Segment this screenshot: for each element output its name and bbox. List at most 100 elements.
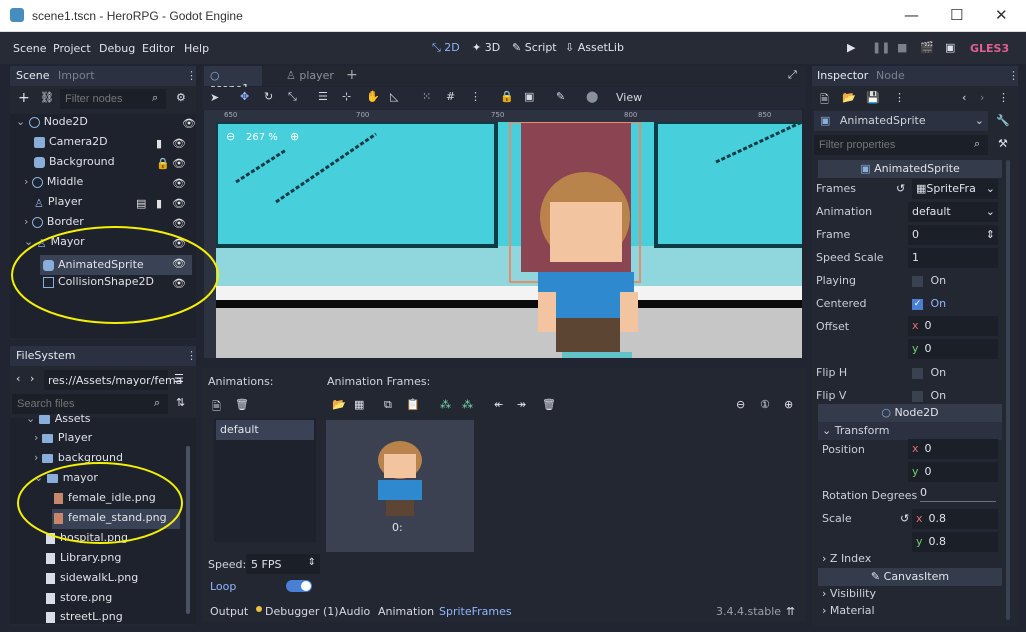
- object-selector[interactable]: ▣ AnimatedSprite ⌄: [814, 111, 988, 131]
- tree-node-player[interactable]: ♙ Player ▤ ▮ 👁: [34, 195, 192, 215]
- bottom-tab-debugger[interactable]: Debugger (1): [265, 605, 339, 618]
- minimize-button[interactable]: —: [904, 6, 919, 24]
- forward-arrow-icon[interactable]: ›: [30, 372, 34, 385]
- play-icon[interactable]: ▶: [847, 41, 855, 54]
- revert-icon[interactable]: ↺: [900, 512, 909, 525]
- path-field[interactable]: res://Assets/mayor/fema: [44, 370, 182, 390]
- script-icon[interactable]: ⚙: [176, 91, 186, 104]
- link-icon[interactable]: ⛓: [40, 91, 54, 104]
- prop-flipv-checkbox[interactable]: On: [912, 389, 946, 402]
- maximize-button[interactable]: ☐: [950, 6, 963, 24]
- prop-speed-scale-field[interactable]: 1: [908, 248, 998, 268]
- inspector-options-icon[interactable]: ⚒: [998, 137, 1008, 150]
- move-left-icon[interactable]: ↞: [494, 398, 503, 411]
- visibility-eye-icon[interactable]: 👁: [172, 217, 186, 230]
- prop-centered-checkbox[interactable]: ✓ On: [912, 297, 946, 310]
- editor-tab-player[interactable]: ♙ player: [286, 69, 334, 82]
- tree-node-node2d[interactable]: ⌄ Node2D 👁: [16, 115, 196, 135]
- prop-position-y[interactable]: y0: [908, 462, 998, 482]
- zoom-out-icon[interactable]: ⊖: [736, 398, 745, 411]
- inspector-scrollbar[interactable]: [1006, 160, 1010, 620]
- object-tools-icon[interactable]: 🔧: [996, 114, 1010, 127]
- mode-3d-button[interactable]: ✦ 3D: [472, 41, 500, 54]
- skeleton-icon[interactable]: ✎: [556, 90, 565, 103]
- pause-icon[interactable]: ❚❚: [872, 41, 890, 54]
- prop-fliph-checkbox[interactable]: On: [912, 366, 946, 379]
- mode-2d-button[interactable]: ⤡ 2D: [432, 41, 460, 55]
- loop-toggle[interactable]: [286, 580, 312, 592]
- pan-tool-icon[interactable]: ✋: [366, 90, 380, 103]
- zoom-level[interactable]: 267 %: [246, 132, 278, 143]
- play-scene-icon[interactable]: 🎬: [920, 41, 934, 54]
- tab-import[interactable]: Import: [58, 69, 95, 82]
- new-animation-icon[interactable]: 🗎: [212, 398, 221, 417]
- prop-position-x[interactable]: x0: [908, 439, 998, 459]
- tab-inspector[interactable]: Inspector: [817, 69, 868, 82]
- tree-node-background[interactable]: Background 🔒 👁: [34, 155, 192, 175]
- prop-offset-x[interactable]: x0: [908, 316, 998, 336]
- group-visibility[interactable]: › Visibility: [818, 585, 1002, 603]
- prop-playing-checkbox[interactable]: On: [912, 274, 946, 287]
- move-tool-icon[interactable]: ✥: [240, 90, 249, 103]
- fs-file-sidewalkl[interactable]: sidewalkL.png: [46, 571, 138, 591]
- tree-node-middle[interactable]: › Middle 👁: [24, 175, 192, 195]
- fs-folder-assets[interactable]: ⌄ Assets: [26, 412, 91, 432]
- menu-help[interactable]: Help: [184, 42, 209, 55]
- delete-animation-icon[interactable]: 🗑: [235, 398, 249, 411]
- group-transform[interactable]: ⌄ Transform: [818, 422, 1002, 440]
- pin-panel-icon[interactable]: ⇈: [786, 605, 795, 618]
- paste-frame-icon[interactable]: 📋: [406, 398, 420, 411]
- prop-frame-spinbox[interactable]: 0 ⇕: [908, 225, 998, 245]
- mode-assetlib-button[interactable]: ⇩ AssetLib: [565, 41, 624, 54]
- copy-frame-icon[interactable]: ⧉: [384, 398, 392, 412]
- stop-icon[interactable]: ■: [897, 41, 907, 54]
- speed-spinbox[interactable]: 5 FPS ⇕: [246, 554, 320, 574]
- group-material[interactable]: › Material: [818, 602, 1002, 620]
- tree-node-camera2d[interactable]: Camera2D ▮ 👁: [34, 135, 192, 155]
- prop-offset-y[interactable]: y0: [908, 339, 998, 359]
- add-node-icon[interactable]: +: [18, 90, 30, 106]
- bottom-tab-output[interactable]: Output: [210, 605, 248, 618]
- fs-folder-player[interactable]: › Player: [34, 431, 92, 451]
- new-resource-icon[interactable]: 🗎: [820, 91, 829, 110]
- filter-properties-input[interactable]: [814, 135, 988, 155]
- fs-file-library[interactable]: Library.png: [46, 551, 121, 571]
- filesystem-scrollbar[interactable]: [186, 446, 190, 614]
- dock-menu-icon[interactable]: ⋮: [186, 69, 197, 82]
- bottom-tab-spriteframes[interactable]: SpriteFrames: [439, 605, 512, 618]
- tab-filesystem[interactable]: FileSystem: [16, 349, 75, 362]
- search-files-input[interactable]: [12, 394, 168, 414]
- visibility-eye-icon[interactable]: 👁: [172, 277, 186, 290]
- grid-snap-icon[interactable]: #: [446, 90, 455, 103]
- zoom-in-icon[interactable]: ⊕: [784, 398, 793, 411]
- spritesheet-icon[interactable]: ▦: [354, 398, 364, 411]
- visibility-eye-icon[interactable]: 👁: [182, 117, 196, 130]
- visibility-eye-icon[interactable]: 👁: [172, 257, 186, 270]
- history-forward-icon[interactable]: ›: [980, 91, 984, 104]
- fs-file-female-idle[interactable]: female_idle.png: [54, 491, 156, 511]
- play-custom-icon[interactable]: ▣: [945, 41, 955, 54]
- history-icon[interactable]: ⋮: [998, 91, 1009, 104]
- pivot-tool-icon[interactable]: ⊹: [342, 90, 351, 103]
- prop-scale-x[interactable]: x 0.8: [912, 509, 998, 529]
- select-tool-icon[interactable]: ➤: [210, 91, 219, 104]
- script-attached-icon[interactable]: ▮: [156, 137, 162, 150]
- visibility-eye-icon[interactable]: 👁: [172, 197, 186, 210]
- tab-scene[interactable]: Scene: [16, 69, 50, 82]
- insert-after-icon[interactable]: ⁂: [462, 398, 473, 411]
- visibility-eye-icon[interactable]: 👁: [172, 137, 186, 150]
- fs-folder-mayor[interactable]: ⌄ mayor: [34, 471, 98, 491]
- menu-project[interactable]: Project: [53, 42, 91, 55]
- visibility-eye-icon[interactable]: 👁: [172, 157, 186, 170]
- editor-tab-scene1[interactable]: ○ scene1: [204, 66, 262, 95]
- move-right-icon[interactable]: ↠: [517, 398, 526, 411]
- spin-arrows-icon[interactable]: ⇕: [308, 557, 316, 568]
- load-frames-icon[interactable]: 📂: [332, 398, 346, 411]
- fs-folder-background[interactable]: › background: [34, 451, 123, 471]
- group-z-index[interactable]: › Z Index: [818, 550, 1002, 568]
- close-button[interactable]: ✕: [995, 6, 1008, 24]
- snap-options-icon[interactable]: ⋮: [470, 90, 481, 103]
- open-resource-icon[interactable]: 📂: [842, 91, 856, 104]
- menu-debug[interactable]: Debug: [99, 42, 135, 55]
- tree-node-collisionshape2d[interactable]: CollisionShape2D 👁: [43, 275, 192, 295]
